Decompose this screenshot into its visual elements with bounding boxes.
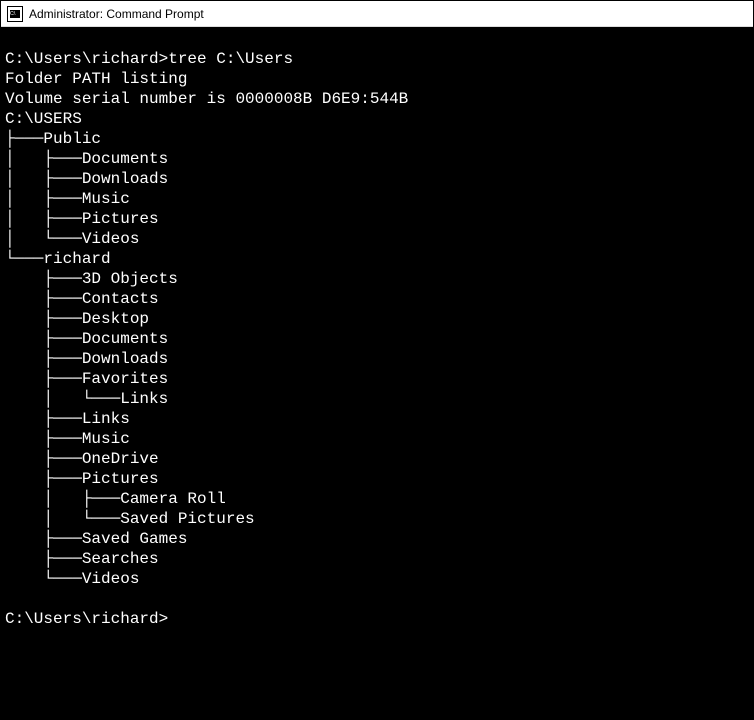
terminal-output[interactable]: C:\Users\richard>tree C:\UsersFolder PAT… (1, 27, 753, 719)
tree-line: └───richard (5, 249, 749, 269)
tree-line: ├───Documents (5, 329, 749, 349)
tree-line: ├───Links (5, 409, 749, 429)
tree-line: ├───3D Objects (5, 269, 749, 289)
terminal-line: Volume serial number is 0000008B D6E9:54… (5, 89, 749, 109)
window-title: Administrator: Command Prompt (29, 7, 204, 21)
tree-line: │ ├───Downloads (5, 169, 749, 189)
tree-line: ├───Searches (5, 549, 749, 569)
terminal-line (5, 589, 749, 609)
title-bar[interactable]: Administrator: Command Prompt (1, 1, 753, 27)
tree-line: ├───Saved Games (5, 529, 749, 549)
tree-line: │ └───Videos (5, 229, 749, 249)
terminal-line: Folder PATH listing (5, 69, 749, 89)
tree-line: └───Videos (5, 569, 749, 589)
tree-line: │ ├───Pictures (5, 209, 749, 229)
terminal-prompt-line: C:\Users\richard> (5, 609, 749, 629)
cmd-icon (7, 6, 23, 22)
tree-line: │ └───Saved Pictures (5, 509, 749, 529)
tree-line: ├───Downloads (5, 349, 749, 369)
tree-line: ├───Desktop (5, 309, 749, 329)
tree-line: ├───Contacts (5, 289, 749, 309)
tree-line: ├───Favorites (5, 369, 749, 389)
tree-line: │ └───Links (5, 389, 749, 409)
tree-line: │ ├───Documents (5, 149, 749, 169)
terminal-prompt-line: C:\Users\richard>tree C:\Users (5, 49, 749, 69)
tree-line: ├───Public (5, 129, 749, 149)
tree-line: │ ├───Camera Roll (5, 489, 749, 509)
terminal-line (5, 29, 749, 49)
terminal-line: C:\USERS (5, 109, 749, 129)
command-prompt-window: Administrator: Command Prompt C:\Users\r… (0, 0, 754, 720)
tree-line: ├───Music (5, 429, 749, 449)
tree-line: │ ├───Music (5, 189, 749, 209)
tree-line: ├───OneDrive (5, 449, 749, 469)
tree-line: ├───Pictures (5, 469, 749, 489)
